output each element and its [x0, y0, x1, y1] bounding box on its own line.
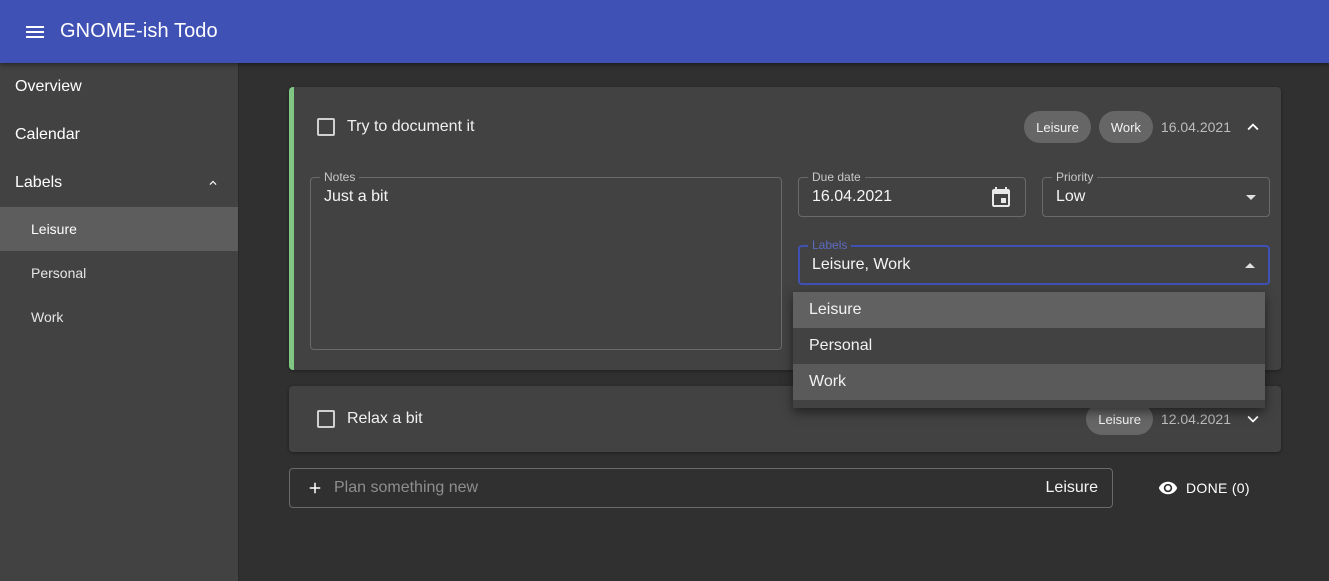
sidebar-item-label: Calendar [15, 126, 80, 143]
priority-label: Priority [1052, 170, 1098, 184]
task-date: 12.04.2021 [1160, 411, 1231, 427]
chevron-up-icon [209, 180, 217, 185]
task-checkbox[interactable] [317, 410, 335, 428]
expand-button[interactable] [1241, 407, 1265, 431]
hamburger-menu-icon [26, 25, 44, 38]
label-chip[interactable]: Work [1098, 111, 1153, 143]
sidebar-label-work[interactable]: Work [0, 295, 238, 339]
sidebar-label-text: Leisure [31, 221, 77, 237]
task-date: 16.04.2021 [1160, 119, 1231, 135]
sidebar-label-text: Work [31, 309, 64, 325]
sidebar-item-label: Overview [15, 78, 82, 95]
labels-label: Labels [808, 238, 852, 252]
calendar-icon[interactable] [989, 186, 1013, 210]
chevron-down-icon [1247, 415, 1259, 423]
labels-value: Leisure, Work [812, 256, 911, 273]
task-header[interactable]: Try to document it Leisure Work 16.04.20… [294, 87, 1281, 167]
due-date-value: 16.04.2021 [812, 188, 893, 205]
due-date-field[interactable]: Due date 16.04.2021 [798, 170, 1026, 217]
eye-icon [1158, 481, 1178, 495]
task-meta: Leisure Work 16.04.2021 [1016, 111, 1265, 143]
due-date-label: Due date [808, 170, 865, 184]
sidebar-item-overview[interactable]: Overview [0, 63, 238, 111]
task-title: Relax a bit [347, 410, 423, 427]
chevron-up-icon [1247, 123, 1259, 131]
dropdown-arrow-up-icon [1245, 263, 1255, 268]
labels-dropdown-menu: Leisure Personal Work [793, 292, 1265, 408]
sidebar-item-labels[interactable]: Labels [0, 159, 238, 207]
dropdown-option-work[interactable]: Work [793, 364, 1265, 400]
app-title: GNOME-ish Todo [60, 20, 218, 42]
priority-select[interactable]: Priority Low [1042, 170, 1270, 217]
collapse-button[interactable] [1241, 115, 1265, 139]
sidebar-item-label: Labels [15, 174, 63, 191]
label-chip[interactable]: Leisure [1024, 111, 1091, 143]
dropdown-option-leisure[interactable]: Leisure [793, 292, 1265, 328]
priority-value: Low [1056, 188, 1086, 205]
labels-select[interactable]: Labels Leisure, Work [798, 238, 1270, 285]
plus-icon[interactable] [306, 479, 324, 497]
notes-field[interactable]: Notes Just a bit [310, 170, 782, 350]
show-done-button[interactable]: DONE (0) [1146, 470, 1262, 506]
sidebar: Overview Calendar Labels Leisure Persona… [0, 63, 239, 581]
show-done-label: DONE (0) [1186, 480, 1250, 496]
new-task-label-select[interactable]: Leisure [1046, 479, 1098, 497]
task-title: Try to document it [347, 118, 475, 135]
notes-label: Notes [320, 170, 360, 184]
sidebar-label-text: Personal [31, 265, 87, 281]
sidebar-label-personal[interactable]: Personal [0, 251, 238, 295]
new-task-bar: Leisure [289, 468, 1113, 508]
task-checkbox[interactable] [317, 118, 335, 136]
dropdown-option-personal[interactable]: Personal [793, 328, 1265, 364]
sidebar-label-leisure[interactable]: Leisure [0, 207, 238, 251]
menu-button[interactable] [11, 8, 59, 56]
sidebar-item-calendar[interactable]: Calendar [0, 111, 238, 159]
new-task-input[interactable] [334, 469, 1046, 507]
notes-value: Just a bit [324, 188, 389, 205]
dropdown-arrow-icon [1246, 195, 1256, 200]
app-bar: GNOME-ish Todo [0, 0, 1329, 63]
